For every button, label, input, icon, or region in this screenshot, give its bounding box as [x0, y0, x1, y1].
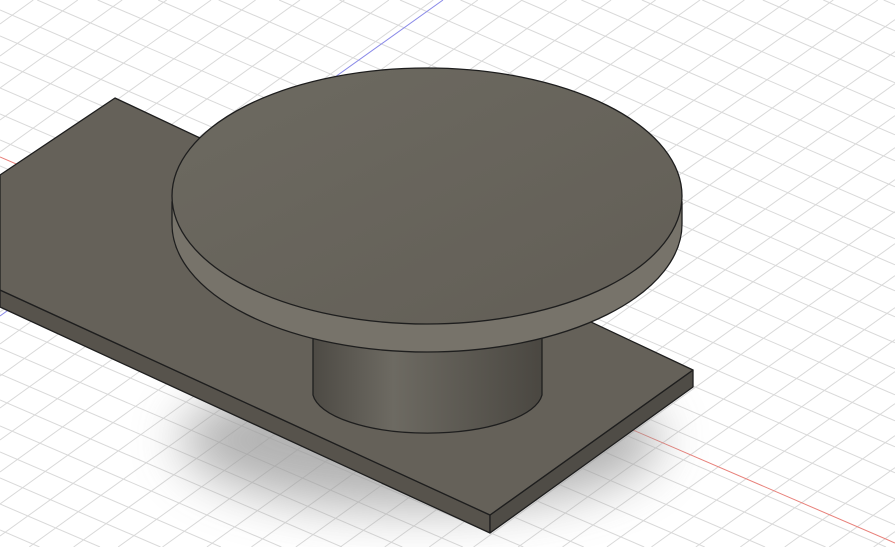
- top-disc[interactable]: [171, 67, 683, 353]
- disc-top-face: [171, 67, 683, 325]
- cad-viewport-canvas[interactable]: [0, 0, 895, 547]
